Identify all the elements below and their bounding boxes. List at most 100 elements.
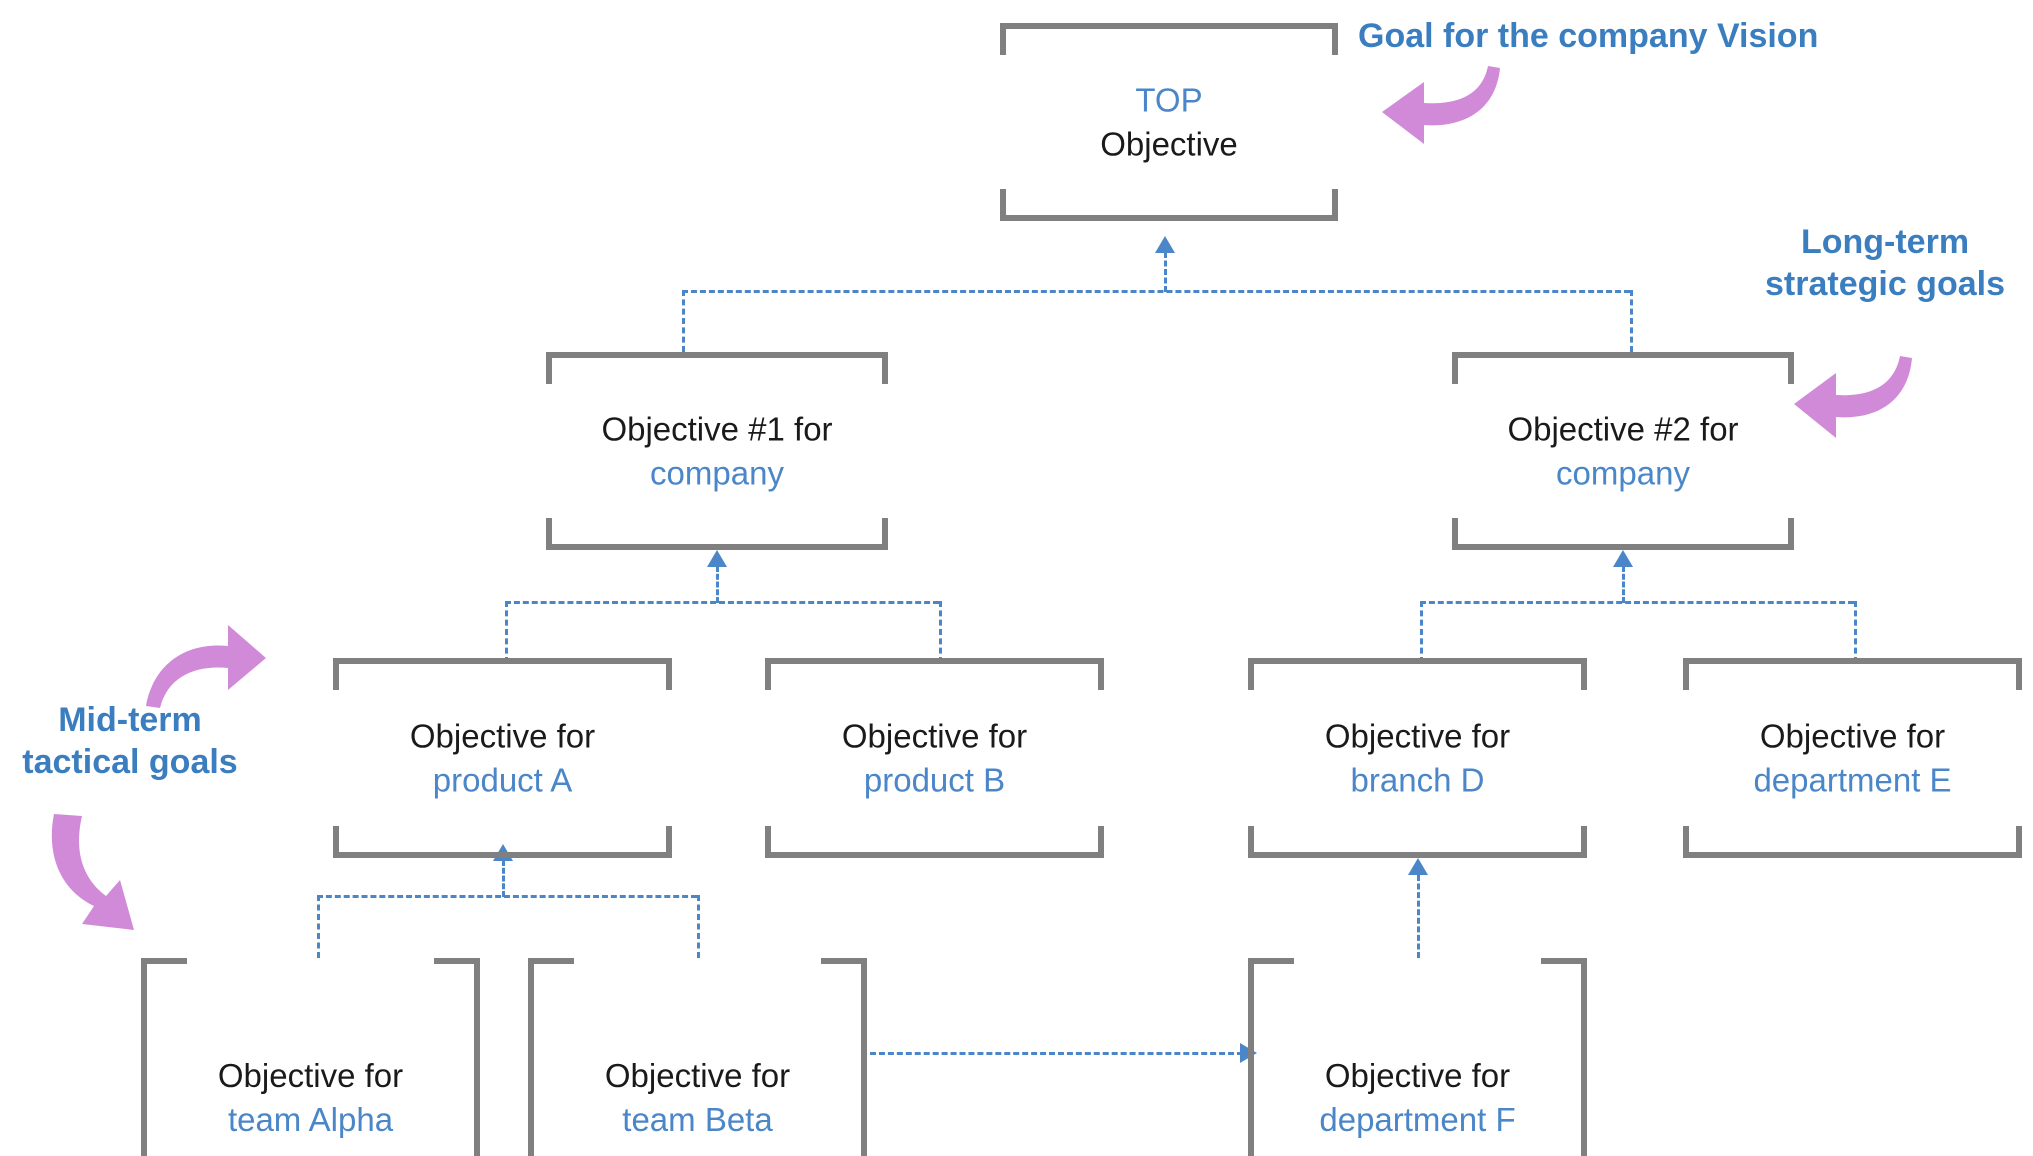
- node-label: Objective for branch D: [1248, 714, 1587, 801]
- box-rail-bottom: [333, 852, 672, 858]
- box-stub-bottom-left: [546, 518, 552, 550]
- box-stub-top-right: [2016, 658, 2022, 690]
- node-label: Objective #1 for company: [546, 407, 888, 494]
- connector-stem-branchD: [1420, 601, 1423, 663]
- box-rail-bottom: [1452, 544, 1794, 550]
- midterm-curved-arrow-up-icon: [146, 625, 266, 708]
- connector-lateral-beta-to-f: [870, 1052, 1243, 1055]
- box-stub-bottom-right: [1581, 826, 1587, 858]
- node-label: Objective for product B: [765, 714, 1104, 801]
- node-line-2: department F: [1319, 1100, 1516, 1138]
- node-label: TOP Objective: [1000, 78, 1338, 165]
- node-objective-branch-d[interactable]: Objective for branch D: [1248, 658, 1587, 858]
- node-line-1: TOP: [1135, 81, 1203, 119]
- node-line-2: product B: [863, 761, 1006, 798]
- box-cap-top-right: [821, 958, 867, 964]
- connector-arrow-obj1: [707, 550, 727, 567]
- annotation-longterm-label: Long-term strategic goals: [1765, 223, 2005, 303]
- box-cap-top-left: [528, 958, 574, 964]
- connector-bar-productA-children: [317, 895, 697, 898]
- connector-bar-obj1-children: [505, 601, 939, 604]
- box-rail-top: [765, 658, 1104, 664]
- box-stub-bottom-left: [1452, 518, 1458, 550]
- connector-stem-top: [1164, 252, 1167, 292]
- box-stub-top-left: [546, 352, 552, 384]
- node-line-2: company: [1556, 454, 1690, 491]
- box-rail-top: [1452, 352, 1794, 358]
- box-stub-bottom-left: [765, 826, 771, 858]
- connector-arrow-branchD: [1408, 858, 1428, 875]
- node-line-1: Objective for: [841, 717, 1028, 755]
- box-rail-top: [1248, 658, 1587, 664]
- box-cap-top-left: [1248, 958, 1294, 964]
- node-top-objective[interactable]: TOP Objective: [1000, 23, 1338, 221]
- node-objective-department-f[interactable]: Objective for department F: [1248, 958, 1587, 1156]
- box-cap-top-right: [434, 958, 480, 964]
- connector-stem-teamBeta: [697, 895, 700, 958]
- box-stub-bottom-left: [333, 826, 339, 858]
- node-line-2: branch D: [1350, 761, 1485, 798]
- box-rail-bottom: [1248, 852, 1587, 858]
- node-objective-product-a[interactable]: Objective for product A: [333, 658, 672, 858]
- node-line-2: team Alpha: [227, 1100, 394, 1138]
- node-line-1: Objective for: [1324, 717, 1511, 755]
- node-line-1: Objective for: [409, 717, 596, 755]
- box-stub-top-left: [1248, 658, 1254, 690]
- connector-stem-obj1: [682, 290, 685, 352]
- connector-stem-productA: [505, 601, 508, 663]
- box-stub-top-right: [1581, 658, 1587, 690]
- connector-bar-obj2-children: [1420, 601, 1854, 604]
- node-label: Objective for department E: [1683, 714, 2022, 801]
- box-stub-top-left: [1452, 352, 1458, 384]
- box-stub-bottom-right: [666, 826, 672, 858]
- box-stub-top-left: [333, 658, 339, 690]
- midterm-curved-arrow-down-icon: [51, 814, 134, 930]
- connector-stem-obj2-up: [1622, 566, 1625, 603]
- connector-stem-productA-up: [502, 860, 505, 897]
- longterm-curved-arrow-icon: [1794, 356, 1912, 438]
- box-rail-top: [546, 352, 888, 358]
- box-stub-top-right: [1332, 23, 1338, 55]
- box-stub-bottom-right: [2016, 826, 2022, 858]
- node-line-1: Objective for: [1324, 1057, 1511, 1094]
- box-cap-top-right: [1541, 958, 1587, 964]
- box-rail-bottom: [1000, 215, 1338, 221]
- node-objective-team-beta[interactable]: Objective for team Beta: [528, 958, 867, 1156]
- node-objective-department-e[interactable]: Objective for department E: [1683, 658, 2022, 858]
- connector-stem-departmentF: [1417, 875, 1420, 958]
- node-line-2: department E: [1753, 761, 1952, 798]
- node-objective-1-company[interactable]: Objective #1 for company: [546, 352, 888, 550]
- connector-stem-productB: [939, 601, 942, 663]
- box-stub-top-left: [765, 658, 771, 690]
- diagram-canvas: TOP Objective Objective #1 for company O…: [0, 0, 2033, 1156]
- box-rail-bottom: [546, 544, 888, 550]
- node-objective-team-alpha[interactable]: Objective for team Alpha: [141, 958, 480, 1156]
- connector-stem-teamAlpha: [317, 895, 320, 958]
- box-stub-bottom-left: [1248, 826, 1254, 858]
- connector-stem-obj1-up: [716, 566, 719, 603]
- box-stub-bottom-left: [1683, 826, 1689, 858]
- node-line-1: Objective for: [217, 1057, 404, 1094]
- vision-curved-arrow-icon: [1382, 66, 1500, 144]
- node-line-1: Objective for: [1759, 717, 1946, 755]
- node-line-2: team Beta: [622, 1100, 773, 1138]
- node-label: Objective for department F: [1248, 1054, 1587, 1141]
- node-objective-2-company[interactable]: Objective #2 for company: [1452, 352, 1794, 550]
- connector-arrow-obj2: [1613, 550, 1633, 567]
- box-rail-top: [333, 658, 672, 664]
- connector-stem-obj2: [1630, 290, 1633, 352]
- box-rail-bottom: [765, 852, 1104, 858]
- box-rail-bottom: [1683, 852, 2022, 858]
- box-stub-top-right: [666, 658, 672, 690]
- box-rail-top: [1683, 658, 2022, 664]
- box-stub-top-right: [1098, 658, 1104, 690]
- box-stub-top-right: [882, 352, 888, 384]
- node-objective-product-b[interactable]: Objective for product B: [765, 658, 1104, 858]
- box-rail-top: [1000, 23, 1338, 29]
- connector-arrow-top: [1155, 236, 1175, 253]
- annotation-midterm-label: Mid-term tactical goals: [22, 701, 238, 781]
- node-line-1: Objective #1 for: [601, 410, 833, 448]
- node-line-2: product A: [432, 761, 573, 798]
- box-stub-bottom-right: [882, 518, 888, 550]
- box-stub-bottom-right: [1098, 826, 1104, 858]
